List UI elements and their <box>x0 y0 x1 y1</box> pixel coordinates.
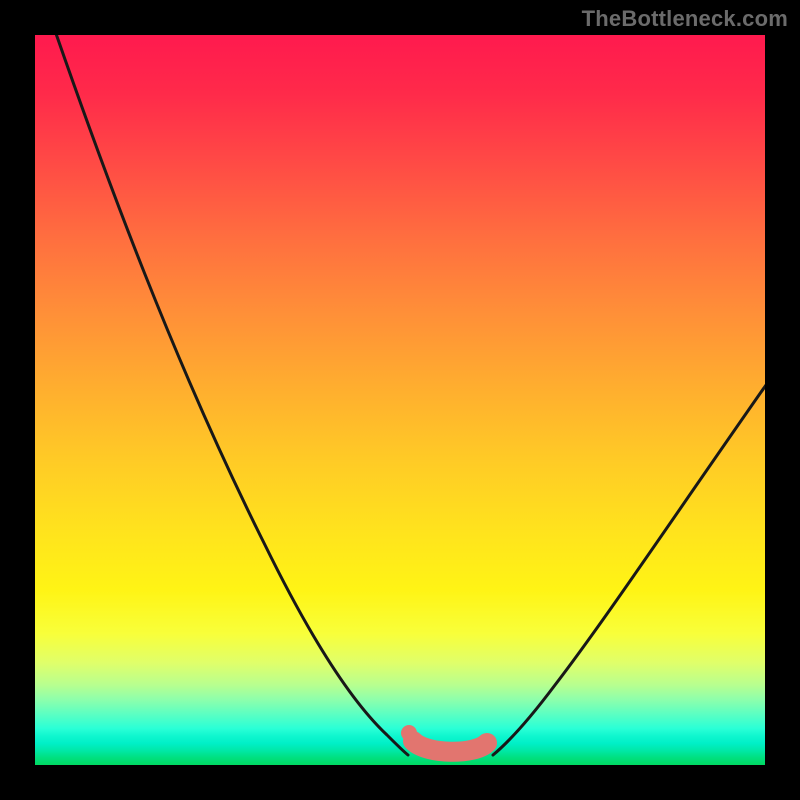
bottleneck-curve-left <box>53 35 408 755</box>
watermark-text: TheBottleneck.com <box>582 6 788 32</box>
chart-frame: TheBottleneck.com <box>0 0 800 800</box>
optimal-zone-dot <box>401 725 417 741</box>
bottleneck-curve-right <box>493 375 765 755</box>
optimal-zone-marker <box>413 741 487 752</box>
plot-area <box>35 35 765 765</box>
curve-layer <box>35 35 765 765</box>
